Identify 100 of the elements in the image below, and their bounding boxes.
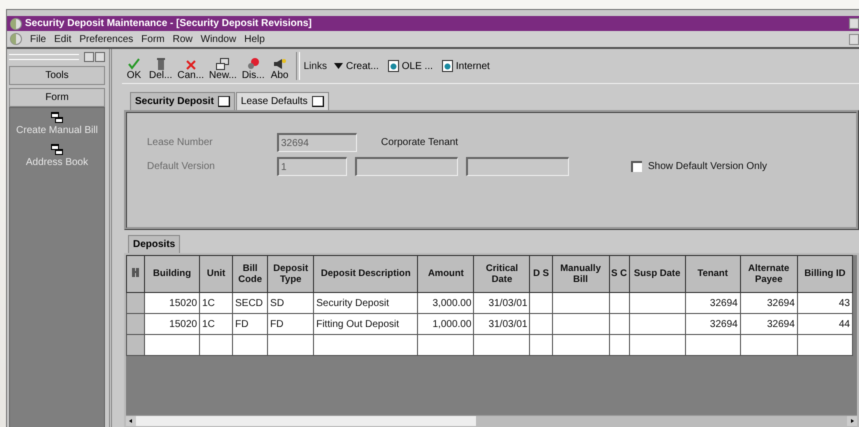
table-cell[interactable]: [200, 334, 233, 356]
table-cell: 15020: [144, 292, 200, 314]
toolbar-button[interactable]: Del...: [147, 51, 174, 81]
table-cell: [552, 292, 610, 314]
table-cell: SD: [268, 292, 314, 314]
window-title: Security Deposit Maintenance - [Security Deposit Revisions]: [25, 18, 312, 29]
column-header[interactable]: Critical Date: [474, 256, 530, 292]
sidebar-button[interactable]: Form: [9, 88, 105, 107]
table-cell[interactable]: [740, 334, 798, 356]
page-corner-icon: [218, 96, 230, 107]
table-cell: [530, 314, 552, 334]
table-cell[interactable]: [314, 334, 418, 356]
table-cell: [609, 292, 630, 314]
toolbar-button[interactable]: Abo: [268, 51, 292, 81]
tab[interactable]: Lease Defaults: [236, 92, 329, 110]
menu-item[interactable]: Form: [141, 34, 165, 44]
tab[interactable]: Security Deposit: [130, 92, 235, 110]
menu-item[interactable]: File: [30, 34, 46, 44]
menu-item[interactable]: Preferences: [79, 34, 134, 44]
table-cell[interactable]: [530, 334, 552, 356]
column-header[interactable]: Amount: [418, 256, 474, 292]
globe-icon: [10, 18, 22, 30]
document-icon: [442, 60, 453, 72]
field-label: Lease Number: [147, 137, 214, 148]
table-cell: 44: [797, 314, 852, 334]
grip-handle[interactable]: [9, 54, 79, 60]
stacked-windows-icon: [51, 112, 63, 123]
binoculars-icon: [130, 266, 141, 278]
toolbar-link[interactable]: OLE ...: [386, 60, 439, 72]
toolbar-button[interactable]: Dis...: [240, 51, 267, 81]
horizontal-scrollbar[interactable]: [126, 415, 857, 426]
trash-icon: [156, 58, 166, 70]
table-cell: [530, 292, 552, 314]
table-cell: [629, 292, 686, 314]
column-header[interactable]: D S: [530, 256, 552, 292]
column-header[interactable]: Unit: [200, 256, 233, 292]
column-header[interactable]: Bill Code: [232, 256, 268, 292]
row-header[interactable]: [126, 334, 145, 356]
column-header[interactable]: Tenant: [685, 256, 740, 292]
page-corner-icon: [312, 96, 324, 107]
query-header[interactable]: [126, 256, 145, 292]
menu-item[interactable]: Row: [172, 34, 193, 44]
tab[interactable]: Deposits: [128, 235, 180, 253]
column-header[interactable]: Building: [144, 256, 200, 292]
globe-icon: [10, 33, 22, 45]
column-header[interactable]: Billing ID: [797, 256, 852, 292]
table-cell[interactable]: [552, 334, 610, 356]
column-header[interactable]: Deposit Type: [268, 256, 314, 292]
x-mark-icon: [186, 60, 196, 70]
row-header[interactable]: [126, 314, 145, 334]
caret-icon: [334, 63, 343, 69]
column-header[interactable]: Susp Date: [629, 256, 686, 292]
megaphone-icon: [273, 58, 286, 70]
table-cell[interactable]: [232, 334, 268, 356]
create-dropdown[interactable]: Creat...: [332, 60, 385, 72]
minimize-button[interactable]: [849, 18, 859, 29]
toolbar-button[interactable]: Can...: [175, 51, 206, 81]
field-label: Default Version: [147, 161, 216, 172]
table-cell: 32694: [685, 292, 740, 314]
table-cell: 31/03/01: [474, 292, 530, 314]
version-field[interactable]: [466, 157, 569, 176]
table-cell: 32694: [685, 314, 740, 334]
table-cell[interactable]: [797, 334, 852, 356]
table-cell[interactable]: [685, 334, 740, 356]
minimize-button[interactable]: [84, 52, 94, 62]
menu-item[interactable]: Edit: [54, 34, 72, 44]
version-field[interactable]: [355, 157, 458, 176]
checkbox-label: Show Default Version Only: [648, 161, 767, 172]
links-label: Links: [304, 60, 327, 72]
table-cell: 43: [797, 292, 852, 314]
toolbar-link[interactable]: Internet: [440, 60, 496, 72]
column-header[interactable]: Deposit Description: [314, 256, 418, 292]
table-cell: 1,000.00: [418, 314, 474, 334]
minimize-button[interactable]: [849, 34, 859, 44]
stacked-windows-icon: [51, 144, 63, 155]
table-cell[interactable]: [474, 334, 530, 356]
column-header[interactable]: S C: [609, 256, 630, 292]
toolbar-button[interactable]: OK: [122, 51, 146, 81]
lease-name: Corporate Tenant: [381, 137, 458, 148]
table-cell[interactable]: [268, 334, 314, 356]
document-icon: [388, 60, 399, 72]
table-cell[interactable]: [609, 334, 630, 356]
table-cell[interactable]: [418, 334, 474, 356]
column-header[interactable]: Manually Bill: [552, 256, 610, 292]
windows-icon: [216, 58, 230, 70]
sidebar-button[interactable]: Tools: [9, 66, 105, 85]
table-cell: 1C: [200, 314, 233, 334]
menu-item[interactable]: Help: [244, 34, 265, 44]
table-cell: FD: [268, 314, 314, 334]
close-button[interactable]: [95, 52, 105, 62]
table-cell[interactable]: [144, 334, 200, 356]
menu-item[interactable]: Window: [200, 34, 236, 44]
table-cell: Fitting Out Deposit: [314, 314, 418, 334]
table-cell[interactable]: [629, 334, 686, 356]
table-cell: 32694: [740, 292, 798, 314]
toolbar-button[interactable]: New...: [207, 51, 239, 81]
row-header[interactable]: [126, 292, 145, 314]
table-cell: [609, 314, 630, 334]
column-header[interactable]: Alternate Payee: [740, 256, 798, 292]
checkbox[interactable]: [631, 161, 642, 172]
